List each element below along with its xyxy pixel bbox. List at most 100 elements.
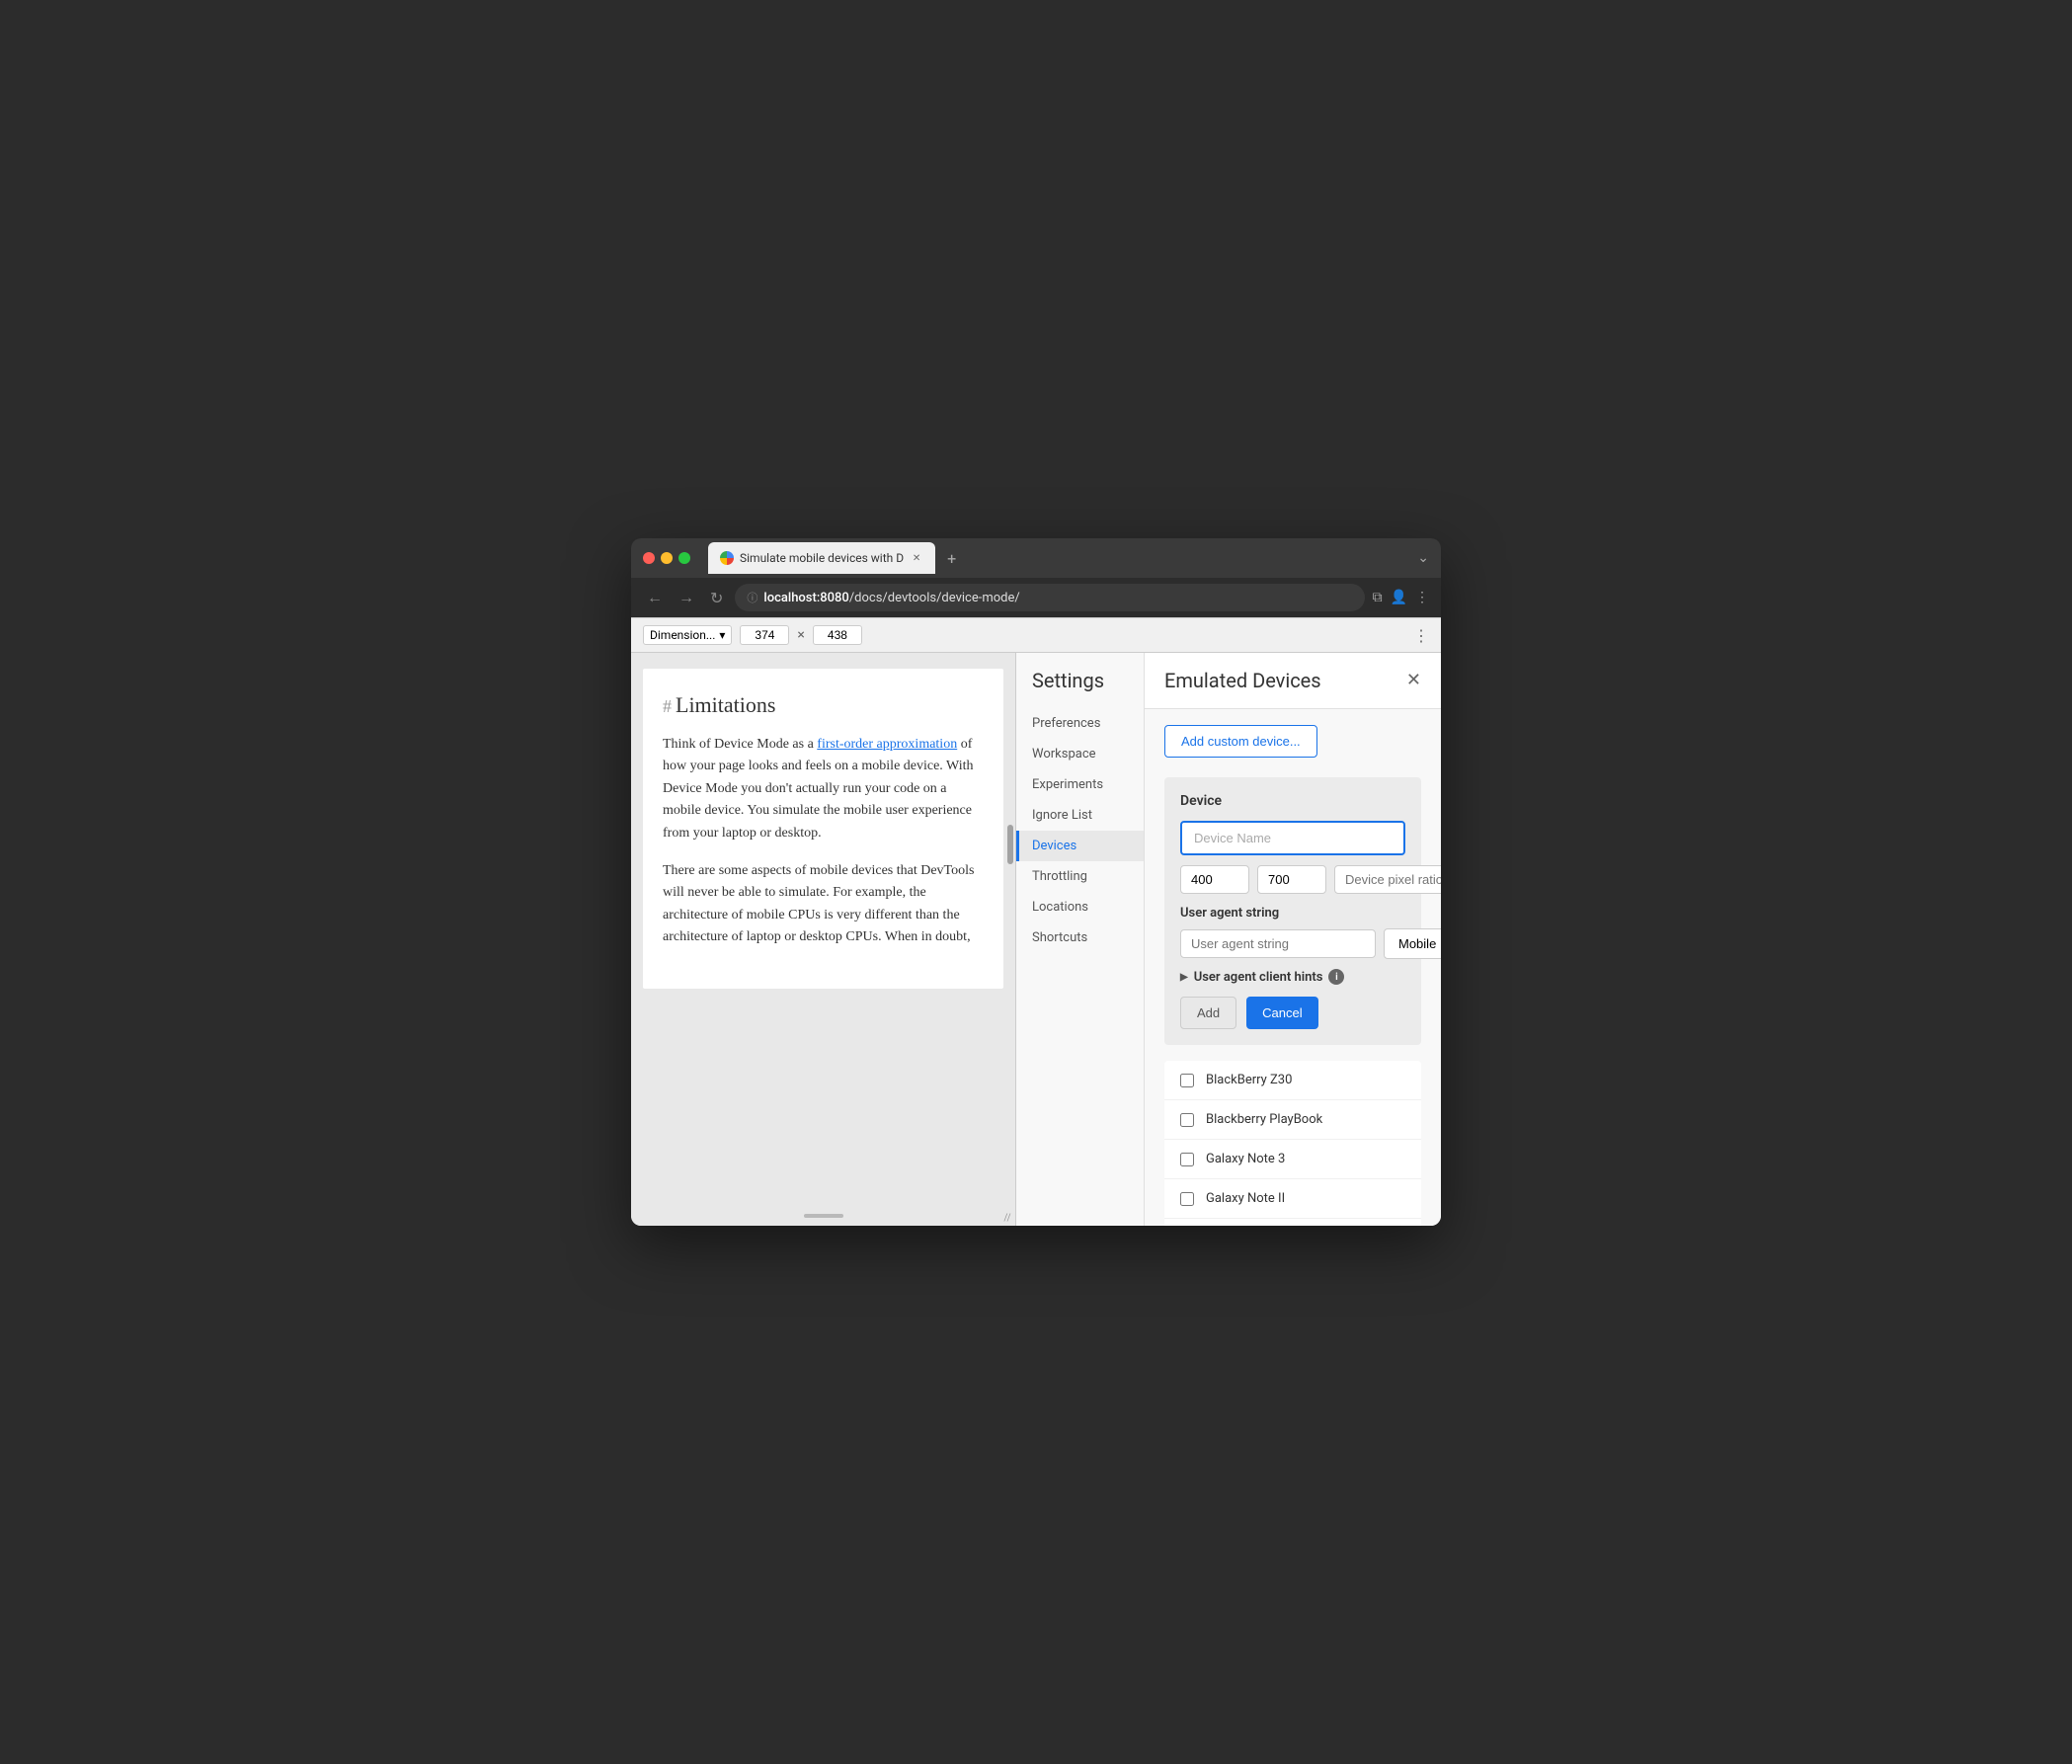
page-preview: # Limitations Think of Device Mode as a … [631, 653, 1016, 1226]
sidebar-item-preferences[interactable]: Preferences [1016, 708, 1144, 739]
url-display: localhost:8080/docs/devtools/device-mode… [763, 591, 1019, 605]
device-width-input[interactable] [1180, 865, 1249, 894]
hints-arrow-icon: ▶ [1180, 972, 1188, 983]
para1-text-after-link: of how your page looks and feels on a mo… [663, 737, 974, 841]
device-checkbox-galaxy-note3[interactable] [1180, 1153, 1194, 1166]
settings-panel: Settings Preferences Workspace Experimen… [1016, 653, 1441, 1226]
sidebar-item-locations[interactable]: Locations [1016, 892, 1144, 922]
url-path: /docs/devtools/device-mode/ [849, 591, 1020, 605]
device-list: BlackBerry Z30 Blackberry PlayBook Galax… [1164, 1061, 1421, 1226]
new-tab-button[interactable]: + [939, 549, 964, 568]
device-section-label: Device [1180, 793, 1405, 809]
tab-close-icon[interactable]: ✕ [910, 551, 923, 565]
split-view-button[interactable]: ⧉ [1373, 590, 1383, 605]
list-item[interactable]: Galaxy S III [1164, 1219, 1421, 1226]
emulated-content: Add custom device... Device User agent s… [1145, 709, 1441, 1226]
device-name-blackberry-z30: BlackBerry Z30 [1206, 1073, 1292, 1087]
device-name-blackberry-playbook: Blackberry PlayBook [1206, 1112, 1322, 1127]
list-item[interactable]: BlackBerry Z30 [1164, 1061, 1421, 1100]
device-name-galaxy-note2: Galaxy Note II [1206, 1191, 1285, 1206]
hints-label: User agent client hints [1194, 970, 1323, 985]
reload-button[interactable]: ↻ [706, 587, 727, 609]
user-agent-hints-section: ▶ User agent client hints i [1180, 969, 1405, 985]
sidebar-item-shortcuts[interactable]: Shortcuts [1016, 922, 1144, 953]
url-host: localhost:8080 [763, 591, 848, 605]
tab-favicon-icon [720, 551, 734, 565]
hints-toggle-button[interactable]: ▶ User agent client hints i [1180, 969, 1405, 985]
resize-handle[interactable]: // [999, 1210, 1015, 1226]
para1-text-before-link: Think of Device Mode as a [663, 737, 817, 752]
list-item[interactable]: Galaxy Note 3 [1164, 1140, 1421, 1179]
device-checkbox-blackberry-z30[interactable] [1180, 1074, 1194, 1087]
dimension-x-separator: × [797, 627, 804, 643]
user-agent-row: Mobile Desktop Tablet [1180, 928, 1405, 959]
page-heading: # Limitations [663, 692, 984, 718]
dimension-chevron-icon: ▾ [719, 628, 725, 642]
user-agent-section: User agent string Mobile Desktop Tablet [1180, 906, 1405, 959]
device-checkbox-blackberry-playbook[interactable] [1180, 1113, 1194, 1127]
device-form: Device User agent string [1164, 777, 1421, 1045]
tab-bar: Simulate mobile devices with D ✕ + [708, 542, 1409, 574]
toolbar-right: ⧉ 👤 ⋮ [1373, 590, 1429, 605]
user-agent-input[interactable] [1180, 929, 1376, 958]
toolbar-more-button[interactable]: ⋮ [1413, 626, 1429, 645]
close-button[interactable]: ✕ [1406, 672, 1421, 689]
device-name-galaxy-note3: Galaxy Note 3 [1206, 1152, 1285, 1166]
page-card: # Limitations Think of Device Mode as a … [643, 669, 1003, 989]
dimension-label: Dimension... [650, 628, 715, 642]
hints-info-icon[interactable]: i [1328, 969, 1344, 985]
tab-menu-button[interactable]: ⌄ [1417, 550, 1429, 566]
page-scrollbar[interactable] [1007, 825, 1013, 864]
device-name-input[interactable] [1180, 821, 1405, 855]
profile-button[interactable]: 👤 [1391, 590, 1407, 605]
sidebar-item-throttling[interactable]: Throttling [1016, 861, 1144, 892]
pixel-ratio-input[interactable] [1334, 865, 1441, 894]
tab-title: Simulate mobile devices with D [740, 551, 904, 565]
emulated-title: Emulated Devices [1164, 669, 1321, 692]
device-height-input[interactable] [1257, 865, 1326, 894]
sidebar-item-ignore-list[interactable]: Ignore List [1016, 800, 1144, 831]
browser-window: Simulate mobile devices with D ✕ + ⌄ ← →… [631, 538, 1441, 1226]
add-custom-device-button[interactable]: Add custom device... [1164, 725, 1317, 758]
heading-text: Limitations [676, 692, 775, 718]
traffic-lights [643, 552, 690, 564]
add-device-submit-button[interactable]: Add [1180, 997, 1236, 1029]
para1-link[interactable]: first-order approximation [817, 737, 957, 752]
settings-sidebar: Settings Preferences Workspace Experimen… [1016, 653, 1145, 1226]
main-content: # Limitations Think of Device Mode as a … [631, 653, 1441, 1226]
title-bar: Simulate mobile devices with D ✕ + ⌄ [631, 538, 1441, 578]
list-item[interactable]: Blackberry PlayBook [1164, 1100, 1421, 1140]
page-paragraph-1: Think of Device Mode as a first-order ap… [663, 734, 984, 844]
page-bottom-bar [804, 1214, 843, 1218]
dimension-select[interactable]: Dimension... ▾ [643, 625, 732, 645]
settings-title: Settings [1016, 669, 1144, 708]
emulated-header: Emulated Devices ✕ [1145, 653, 1441, 709]
minimize-traffic-light[interactable] [661, 552, 673, 564]
address-bar: ← → ↻ ⓘ localhost:8080/docs/devtools/dev… [631, 578, 1441, 617]
forward-button[interactable]: → [675, 586, 698, 609]
devtools-toolbar: Dimension... ▾ × ⋮ [631, 617, 1441, 653]
form-actions: Add Cancel [1180, 997, 1405, 1029]
cancel-button[interactable]: Cancel [1246, 997, 1317, 1029]
width-input[interactable] [740, 625, 789, 645]
dimensions-row [1180, 865, 1405, 894]
close-traffic-light[interactable] [643, 552, 655, 564]
maximize-traffic-light[interactable] [678, 552, 690, 564]
page-paragraph-2: There are some aspects of mobile devices… [663, 860, 984, 949]
user-agent-label: User agent string [1180, 906, 1405, 921]
list-item[interactable]: Galaxy Note II [1164, 1179, 1421, 1219]
sidebar-item-devices[interactable]: Devices [1016, 831, 1144, 861]
lock-icon: ⓘ [747, 590, 757, 605]
page-content-wrapper: # Limitations Think of Device Mode as a … [631, 653, 1015, 1004]
url-bar[interactable]: ⓘ localhost:8080/docs/devtools/device-mo… [735, 584, 1364, 611]
more-menu-button[interactable]: ⋮ [1415, 590, 1429, 605]
user-agent-type-select[interactable]: Mobile Desktop Tablet [1384, 928, 1441, 959]
back-button[interactable]: ← [643, 586, 667, 609]
sidebar-item-experiments[interactable]: Experiments [1016, 769, 1144, 800]
height-input[interactable] [813, 625, 862, 645]
device-checkbox-galaxy-note2[interactable] [1180, 1192, 1194, 1206]
emulated-devices-panel: Emulated Devices ✕ Add custom device... … [1145, 653, 1441, 1226]
active-tab[interactable]: Simulate mobile devices with D ✕ [708, 542, 935, 574]
heading-hash: # [663, 696, 672, 717]
sidebar-item-workspace[interactable]: Workspace [1016, 739, 1144, 769]
